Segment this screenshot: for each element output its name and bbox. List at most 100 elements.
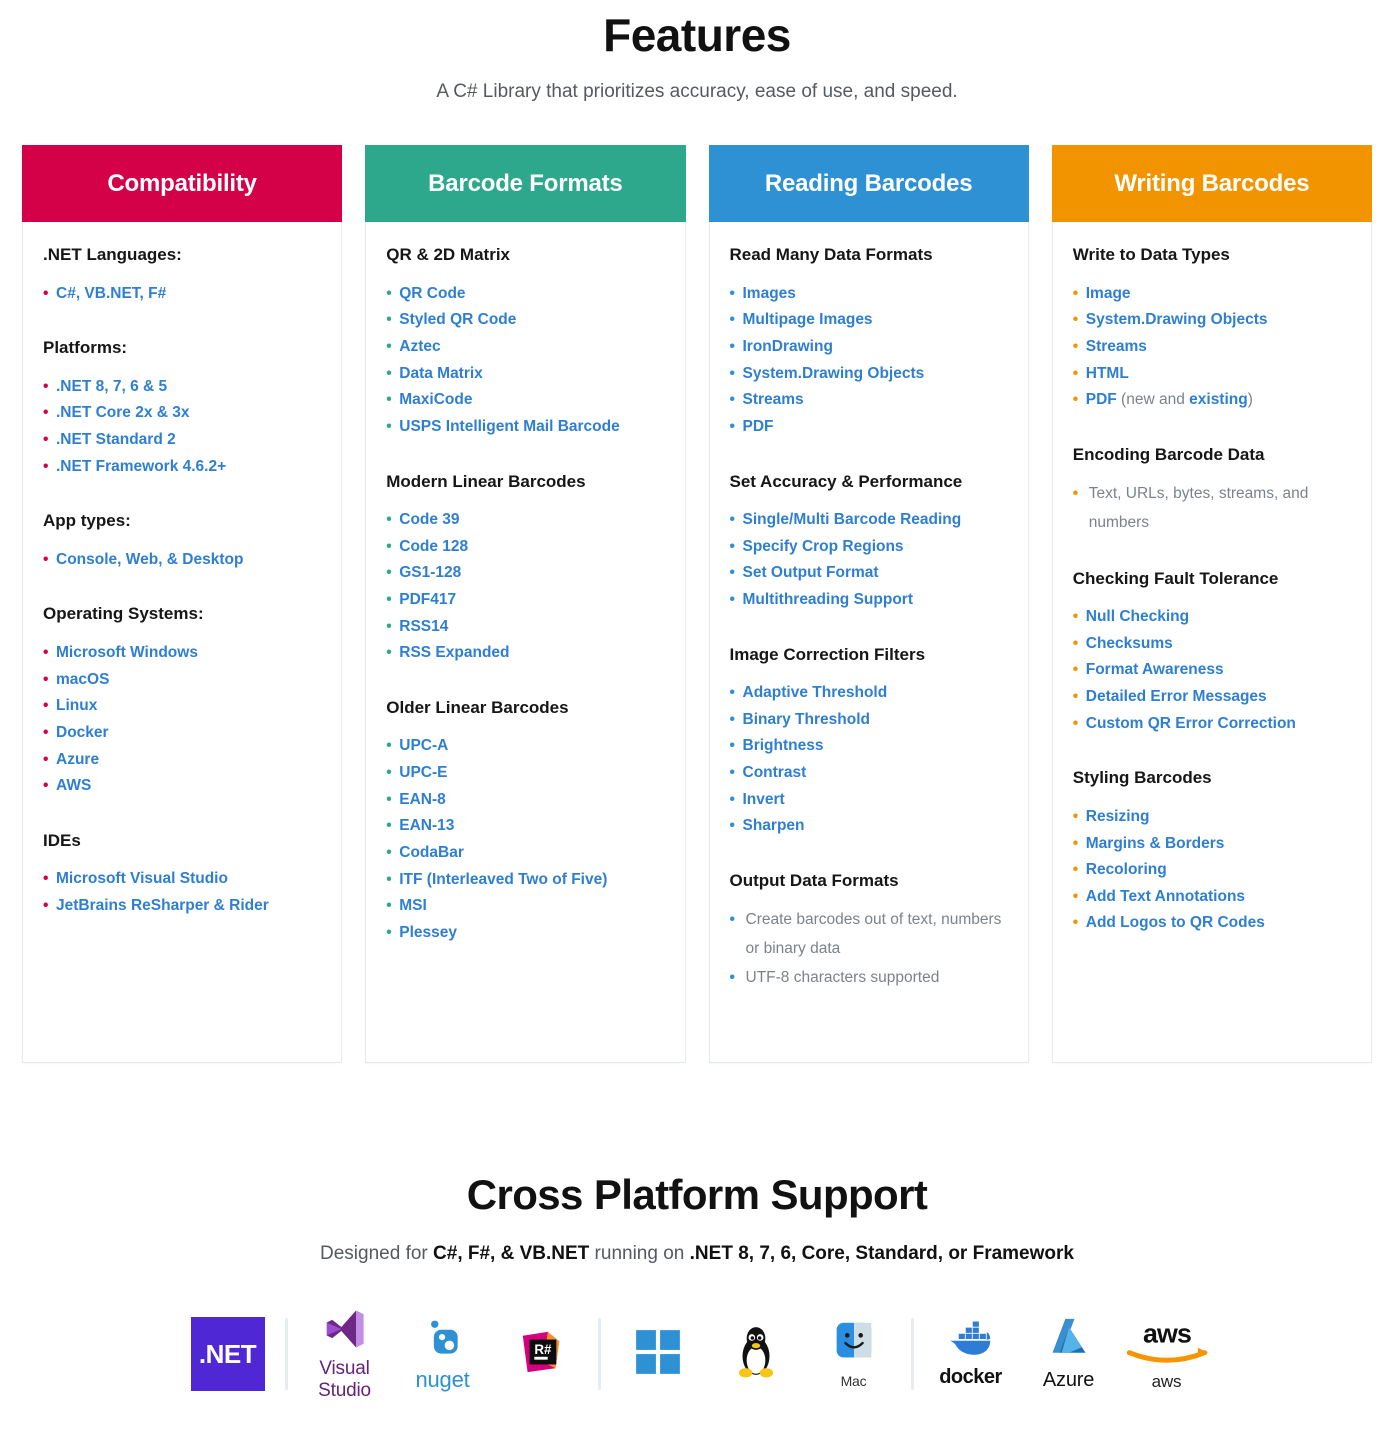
feature-list-item[interactable]: ITF (Interleaved Two of Five) [386, 867, 664, 894]
feature-list-item[interactable]: System.Drawing Objects [730, 361, 1008, 388]
feature-list-item[interactable]: Microsoft Windows [43, 640, 321, 667]
feature-list-item[interactable]: Styled QR Code [386, 307, 664, 334]
feature-list-item[interactable]: macOS [43, 667, 321, 694]
feature-list-item[interactable]: Brightness [730, 733, 1008, 760]
feature-list-item[interactable]: EAN-8 [386, 787, 664, 814]
feature-list-item[interactable]: .NET Standard 2 [43, 427, 321, 454]
feature-list-item[interactable]: EAN-13 [386, 813, 664, 840]
feature-group: Output Data Formats Create barcodes out o… [730, 870, 1008, 992]
feature-list: ResizingMargins & BordersRecoloringAdd T… [1073, 804, 1351, 937]
feature-list-item[interactable]: .NET Framework 4.6.2+ [43, 454, 321, 481]
linux-logo[interactable] [707, 1311, 805, 1397]
feature-list-item[interactable]: Linux [43, 693, 321, 720]
feature-list-item[interactable]: USPS Intelligent Mail Barcode [386, 414, 664, 441]
mac-logo[interactable]: Mac [805, 1311, 903, 1397]
feature-list-item[interactable]: Sharpen [730, 813, 1008, 840]
feature-group-title: .NET Languages: [43, 245, 182, 265]
card-body-compatibility: .NET Languages: C#, VB.NET, F# Platforms:.… [23, 222, 341, 951]
card-header-compatibility: Compatibility [22, 145, 343, 223]
feature-list-item[interactable]: Specify Crop Regions [730, 534, 1008, 561]
resharper-logo[interactable]: R# [492, 1311, 590, 1397]
feature-list-item[interactable]: Multithreading Support [730, 587, 1008, 614]
visual-studio-logo-caption: Visual Studio [318, 1357, 371, 1401]
linux-logo-glyph [731, 1325, 781, 1384]
feature-list-item[interactable]: PDF [730, 414, 1008, 441]
svg-text:R#: R# [534, 1342, 552, 1357]
feature-list-item[interactable]: Recoloring [1073, 857, 1351, 884]
feature-list: UPC-AUPC-EEAN-8EAN-13CodaBarITF (Interle… [386, 733, 664, 946]
feature-list-item[interactable]: Aztec [386, 334, 664, 361]
feature-list-item[interactable]: Detailed Error Messages [1073, 684, 1351, 711]
feature-list-item[interactable]: Checksums [1073, 631, 1351, 658]
feature-list-item[interactable]: Docker [43, 720, 321, 747]
feature-list: Console, Web, & Desktop [43, 547, 321, 574]
feature-list-item[interactable]: Data Matrix [386, 361, 664, 388]
feature-list-item[interactable]: MaxiCode [386, 387, 664, 414]
feature-list-item[interactable]: Margins & Borders [1073, 831, 1351, 858]
feature-list-item[interactable]: Console, Web, & Desktop [43, 547, 321, 574]
docker-logo[interactable]: docker [922, 1311, 1020, 1397]
feature-list-item[interactable]: CodaBar [386, 840, 664, 867]
feature-list-item[interactable]: System.Drawing Objects [1073, 307, 1351, 334]
feature-list-item[interactable]: Null Checking [1073, 604, 1351, 631]
cross-platform-subtitle-part: running on [589, 1243, 690, 1265]
feature-list: ImageSystem.Drawing ObjectsStreamsHTMLPD… [1073, 281, 1351, 414]
feature-list-item[interactable]: Code 128 [386, 534, 664, 561]
feature-list-item[interactable]: C#, VB.NET, F# [43, 281, 321, 308]
feature-list-item[interactable]: QR Code [386, 281, 664, 308]
feature-list-item[interactable]: IronDrawing [730, 334, 1008, 361]
feature-list-item[interactable]: Code 39 [386, 507, 664, 534]
feature-list-item[interactable]: Streams [730, 387, 1008, 414]
feature-list-item[interactable]: Images [730, 281, 1008, 308]
feature-group-title: Encoding Barcode Data [1072, 444, 1265, 464]
feature-list-item[interactable]: Custom QR Error Correction [1073, 711, 1351, 738]
feature-list: Create barcodes out of text, numbers or … [730, 906, 1008, 992]
feature-group: App types: Console, Web, & Desktop [43, 510, 321, 573]
feature-list-item[interactable]: Set Output Format [730, 560, 1008, 587]
windows-logo[interactable] [609, 1311, 707, 1397]
nuget-logo-glyph [421, 1316, 465, 1365]
feature-list-item[interactable]: Add Logos to QR Codes [1073, 910, 1351, 937]
feature-list-item[interactable]: JetBrains ReSharper & Rider [43, 893, 321, 920]
feature-item-part: ) [1247, 391, 1253, 409]
feature-list-item[interactable]: RSS14 [386, 614, 664, 641]
visual-studio-logo[interactable]: Visual Studio [296, 1310, 394, 1401]
feature-list-item[interactable]: Invert [730, 787, 1008, 814]
feature-list-item[interactable]: Streams [1073, 334, 1351, 361]
feature-list-item[interactable]: Binary Threshold [730, 707, 1008, 734]
feature-list-item[interactable]: Adaptive Threshold [730, 680, 1008, 707]
feature-list-item[interactable]: MSI [386, 893, 664, 920]
feature-list-item[interactable]: HTML [1073, 361, 1351, 388]
feature-list-item[interactable]: Format Awareness [1073, 657, 1351, 684]
nuget-logo[interactable]: nuget [394, 1311, 492, 1397]
feature-list-item[interactable]: UPC-E [386, 760, 664, 787]
feature-list-item[interactable]: Multipage Images [730, 307, 1008, 334]
feature-list-item[interactable]: Add Text Annotations [1073, 884, 1351, 911]
feature-item-part[interactable]: PDF [1086, 391, 1117, 408]
feature-list-item[interactable]: Image [1073, 281, 1351, 308]
feature-list-item[interactable]: .NET Core 2x & 3x [43, 400, 321, 427]
azure-logo[interactable]: Azure [1020, 1311, 1118, 1397]
feature-list-item[interactable]: PDF417 [386, 587, 664, 614]
feature-list: C#, VB.NET, F# [43, 281, 321, 308]
feature-list-item[interactable]: Azure [43, 747, 321, 774]
feature-list-item[interactable]: Single/Multi Barcode Reading [730, 507, 1008, 534]
feature-group: Older Linear Barcodes UPC-AUPC-EEAN-8EAN-… [386, 697, 664, 947]
azure-logo-caption: Azure [1042, 1369, 1095, 1392]
azure-logo-glyph [1047, 1316, 1091, 1367]
feature-list-item[interactable]: RSS Expanded [386, 640, 664, 667]
feature-list-item[interactable]: .NET 8, 7, 6 & 5 [43, 374, 321, 401]
feature-list-item[interactable]: GS1-128 [386, 560, 664, 587]
feature-list-item[interactable]: UPC-A [386, 733, 664, 760]
feature-list-item[interactable]: Contrast [730, 760, 1008, 787]
feature-list-item[interactable]: Microsoft Visual Studio [43, 866, 321, 893]
feature-list-item[interactable]: PDF (new and existing) [1073, 387, 1351, 414]
card-body-reading-barcodes: Read Many Data Formats ImagesMultipage Im… [710, 222, 1028, 1024]
aws-logo[interactable]: aws aws [1118, 1311, 1216, 1397]
feature-list-item[interactable]: Resizing [1073, 804, 1351, 831]
feature-item-part[interactable]: existing [1189, 391, 1248, 408]
feature-list-item[interactable]: Plessey [386, 920, 664, 947]
dotnet-logo[interactable]: .NET [179, 1311, 277, 1397]
feature-list-item[interactable]: AWS [43, 773, 321, 800]
card-header-barcode-formats: Barcode Formats [365, 145, 686, 223]
